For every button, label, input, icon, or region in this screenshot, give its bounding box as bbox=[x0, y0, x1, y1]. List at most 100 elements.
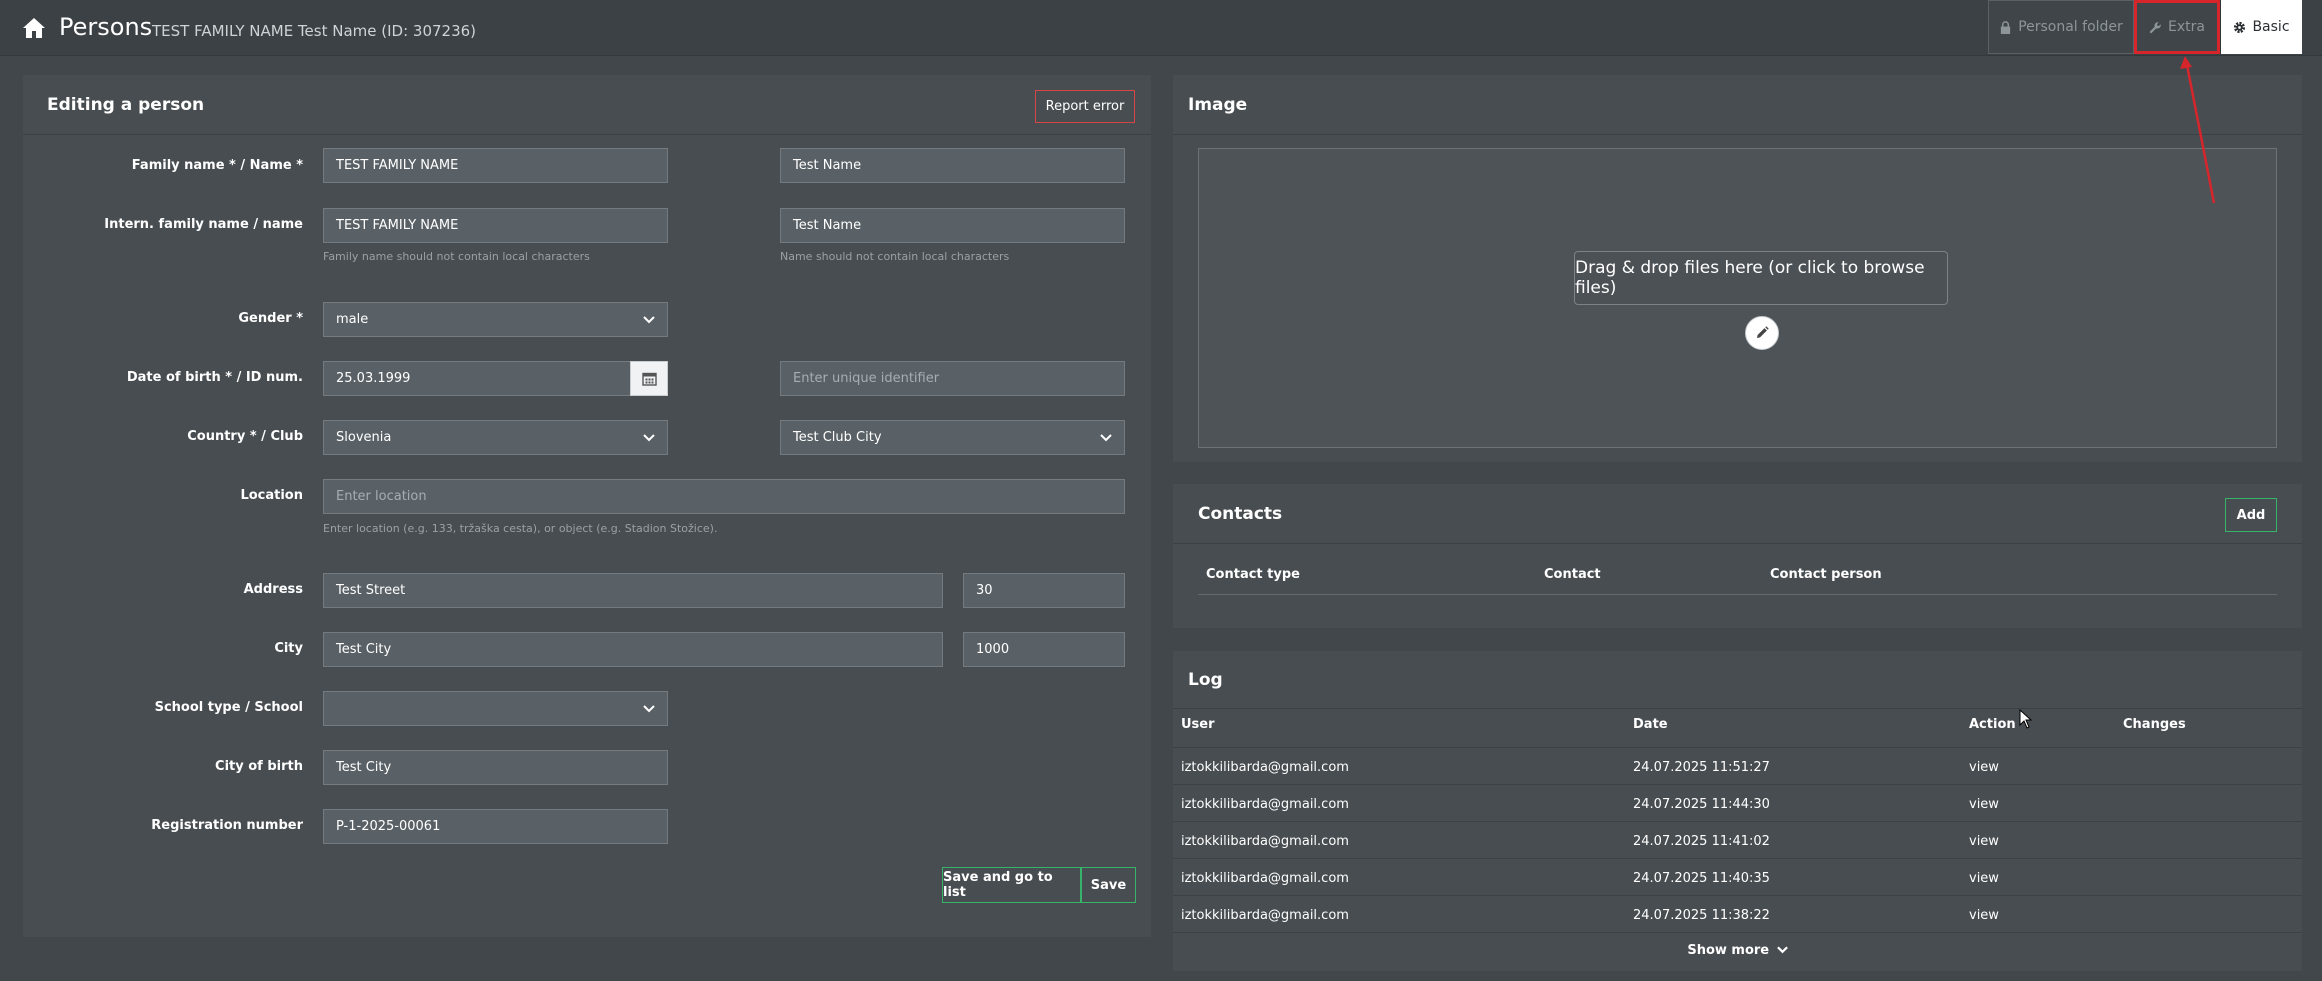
intern-name-label: Intern. family name / name bbox=[104, 217, 303, 232]
drop-files-message[interactable]: Drag & drop files here (or click to brow… bbox=[1574, 251, 1948, 305]
log-user: iztokkilibarda@gmail.com bbox=[1181, 871, 1349, 886]
log-user: iztokkilibarda@gmail.com bbox=[1181, 908, 1349, 923]
intern-name-hint: Name should not contain local characters bbox=[780, 250, 1010, 263]
save-button[interactable]: Save bbox=[1081, 867, 1136, 903]
top-header: Persons TEST FAMILY NAME Test Name (ID: … bbox=[0, 0, 2322, 56]
report-error-button[interactable]: Report error bbox=[1035, 90, 1135, 123]
log-user: iztokkilibarda@gmail.com bbox=[1181, 760, 1349, 775]
city-of-birth-label: City of birth bbox=[215, 759, 303, 774]
edit-person-title: Editing a person bbox=[23, 75, 1151, 135]
page-title: Persons bbox=[59, 13, 153, 41]
chevron-down-icon bbox=[1776, 946, 1788, 954]
intern-family-hint: Family name should not contain local cha… bbox=[323, 250, 590, 263]
image-panel: Image Drag & drop files here (or click t… bbox=[1173, 75, 2302, 462]
id-number-input[interactable]: Enter unique identifier bbox=[780, 361, 1125, 396]
city-input[interactable]: Test City bbox=[323, 632, 943, 667]
log-row: iztokkilibarda@gmail.com 24.07.2025 11:3… bbox=[1173, 895, 2302, 932]
tab-extra[interactable]: Extra bbox=[2134, 0, 2220, 54]
image-dropzone[interactable]: Drag & drop files here (or click to brow… bbox=[1198, 148, 2277, 448]
dob-label: Date of birth * / ID num. bbox=[126, 370, 303, 385]
log-row: iztokkilibarda@gmail.com 24.07.2025 11:4… bbox=[1173, 784, 2302, 821]
tab-personal-folder[interactable]: Personal folder bbox=[1988, 0, 2134, 54]
log-row: iztokkilibarda@gmail.com 24.07.2025 11:4… bbox=[1173, 858, 2302, 895]
log-date: 24.07.2025 11:41:02 bbox=[1633, 834, 1770, 849]
country-club-label: Country * / Club bbox=[187, 429, 303, 444]
column-contact: Contact bbox=[1544, 567, 1601, 582]
tab-extra-label: Extra bbox=[2168, 19, 2205, 35]
log-column-date: Date bbox=[1633, 717, 1668, 732]
log-column-changes: Changes bbox=[2123, 717, 2186, 732]
add-contact-button[interactable]: Add bbox=[2225, 498, 2277, 532]
lock-icon bbox=[2001, 20, 2011, 34]
name-input[interactable]: Test Name bbox=[780, 148, 1125, 183]
show-more-link[interactable]: Show more bbox=[1173, 943, 2302, 958]
family-name-input[interactable]: TEST FAMILY NAME bbox=[323, 148, 668, 183]
log-column-user: User bbox=[1181, 717, 1215, 732]
log-row: iztokkilibarda@gmail.com 24.07.2025 11:5… bbox=[1173, 747, 2302, 784]
log-date: 24.07.2025 11:51:27 bbox=[1633, 760, 1770, 775]
city-of-birth-input[interactable]: Test City bbox=[323, 750, 668, 785]
club-value: Test Club City bbox=[793, 430, 882, 445]
page-subtitle: TEST FAMILY NAME Test Name (ID: 307236) bbox=[152, 22, 477, 40]
edit-image-button[interactable] bbox=[1745, 316, 1779, 350]
house-number-input[interactable]: 30 bbox=[963, 573, 1125, 608]
gear-icon bbox=[2234, 21, 2246, 33]
address-label: Address bbox=[243, 582, 303, 597]
chevron-down-icon bbox=[1100, 433, 1112, 441]
annotation-arrow bbox=[2180, 56, 2216, 204]
log-action: view bbox=[1969, 797, 1999, 812]
gender-value: male bbox=[336, 312, 369, 327]
location-hint: Enter location (e.g. 133, tržaška cesta)… bbox=[323, 522, 718, 535]
log-date: 24.07.2025 11:44:30 bbox=[1633, 797, 1770, 812]
log-date: 24.07.2025 11:40:35 bbox=[1633, 871, 1770, 886]
show-more-label: Show more bbox=[1687, 943, 1770, 958]
contacts-title: Contacts bbox=[1173, 484, 2302, 544]
log-action: view bbox=[1969, 834, 1999, 849]
gender-select[interactable]: male bbox=[323, 302, 668, 337]
dob-input[interactable]: 25.03.1999 bbox=[323, 361, 631, 396]
log-action: view bbox=[1969, 908, 1999, 923]
calendar-icon bbox=[641, 372, 657, 386]
club-select[interactable]: Test Club City bbox=[780, 420, 1125, 455]
chevron-down-icon bbox=[643, 315, 655, 323]
log-date: 24.07.2025 11:38:22 bbox=[1633, 908, 1770, 923]
tab-basic[interactable]: Basic bbox=[2220, 0, 2302, 54]
log-bottom-divider bbox=[1173, 932, 2302, 933]
column-contact-person: Contact person bbox=[1770, 567, 1882, 582]
school-label: School type / School bbox=[154, 700, 303, 715]
log-action: view bbox=[1969, 871, 1999, 886]
chevron-down-icon bbox=[643, 433, 655, 441]
log-action: view bbox=[1969, 760, 1999, 775]
tab-basic-label: Basic bbox=[2252, 19, 2290, 35]
contacts-panel: Contacts Add Contact type Contact Contac… bbox=[1173, 484, 2302, 628]
gender-label: Gender * bbox=[238, 311, 303, 326]
log-row: iztokkilibarda@gmail.com 24.07.2025 11:4… bbox=[1173, 821, 2302, 858]
log-panel: Log User Date Action Changes iztokkiliba… bbox=[1173, 651, 2302, 971]
image-title: Image bbox=[1173, 75, 2302, 135]
pencil-icon bbox=[1757, 326, 1769, 338]
country-value: Slovenia bbox=[336, 430, 392, 445]
location-label: Location bbox=[240, 488, 303, 503]
home-icon[interactable] bbox=[22, 17, 46, 39]
chevron-down-icon bbox=[643, 704, 655, 712]
log-title: Log bbox=[1173, 651, 2302, 709]
log-user: iztokkilibarda@gmail.com bbox=[1181, 797, 1349, 812]
contacts-divider bbox=[1198, 594, 2277, 595]
registration-number-input[interactable]: P-1-2025-00061 bbox=[323, 809, 668, 844]
postal-code-input[interactable]: 1000 bbox=[963, 632, 1125, 667]
school-select[interactable] bbox=[323, 691, 668, 726]
country-select[interactable]: Slovenia bbox=[323, 420, 668, 455]
edit-person-panel: Editing a person Report error Family nam… bbox=[23, 75, 1151, 937]
family-name-label: Family name * / Name * bbox=[131, 158, 303, 173]
log-column-action: Action bbox=[1969, 717, 2016, 732]
save-and-go-to-list-button[interactable]: Save and go to list bbox=[942, 867, 1081, 903]
address-input[interactable]: Test Street bbox=[323, 573, 943, 608]
calendar-button[interactable] bbox=[630, 361, 668, 396]
intern-name-input[interactable]: Test Name bbox=[780, 208, 1125, 243]
location-input[interactable]: Enter location bbox=[323, 479, 1125, 514]
column-contact-type: Contact type bbox=[1206, 567, 1300, 582]
intern-family-name-input[interactable]: TEST FAMILY NAME bbox=[323, 208, 668, 243]
wrench-icon bbox=[2149, 21, 2161, 33]
city-label: City bbox=[274, 641, 303, 656]
tab-personal-folder-label: Personal folder bbox=[2018, 19, 2123, 35]
